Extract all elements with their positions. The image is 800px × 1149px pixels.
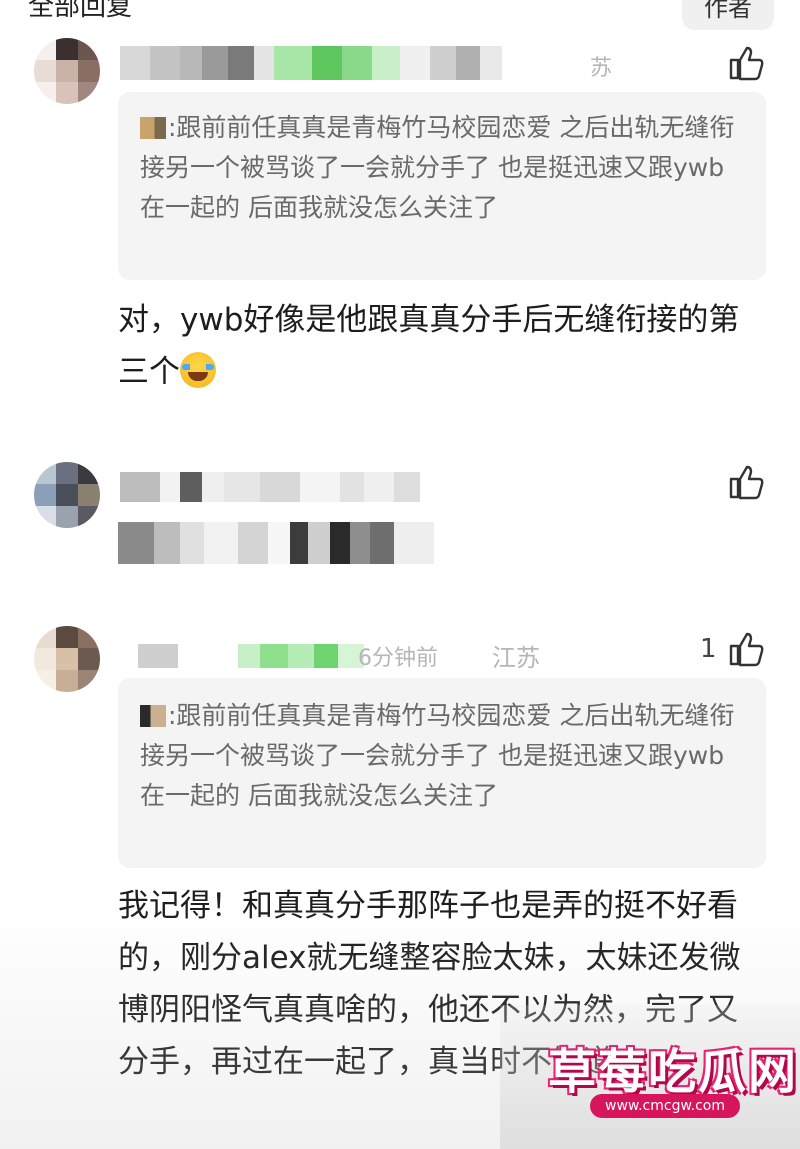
reply-text-blurred <box>118 522 434 564</box>
username-blurred[interactable] <box>120 46 502 80</box>
replies-header-title: 全部回复 <box>28 0 133 22</box>
quoted-comment-text-wrap: :跟前前任真真是青梅竹马校园恋爱 之后出轨无缝衔接另一个被骂谈了一会就分手了 也… <box>140 696 740 816</box>
quoted-comment-text: :跟前前任真真是青梅竹马校园恋爱 之后出轨无缝衔接另一个被骂谈了一会就分手了 也… <box>140 701 735 810</box>
quoted-comment-text: :跟前前任真真是青梅竹马校园恋爱 之后出轨无缝衔接另一个被骂谈了一会就分手了 也… <box>140 113 735 222</box>
quoted-comment[interactable]: :跟前前任真真是青梅竹马校园恋爱 之后出轨无缝衔接另一个被骂谈了一会就分手了 也… <box>118 678 766 868</box>
comment-location: 江苏 <box>492 644 540 672</box>
quoted-avatar <box>140 705 166 727</box>
thumbs-up-icon[interactable] <box>726 462 766 502</box>
thumbs-up-icon[interactable] <box>726 43 766 83</box>
thumbs-up-icon[interactable] <box>726 629 766 669</box>
like-count: 1 <box>700 634 717 664</box>
watermark-url: www.cmcgw.com <box>590 1094 740 1118</box>
quoted-comment-text-wrap: :跟前前任真真是青梅竹马校园恋爱 之后出轨无缝衔接另一个被骂谈了一会就分手了 也… <box>140 108 740 228</box>
comment-time: 6分钟前 <box>358 646 438 671</box>
reply-text-wrap: 对，ywb好像是他跟真真分手后无缝衔接的第三个 <box>118 294 768 398</box>
avatar[interactable] <box>34 462 100 528</box>
username-blurred[interactable] <box>120 472 420 502</box>
laughing-tears-emoji-icon <box>180 352 216 388</box>
watermark-logo: 草莓吃瓜网 <box>548 1044 799 1100</box>
comment-location: 苏 <box>590 56 613 81</box>
quoted-comment[interactable]: :跟前前任真真是青梅竹马校园恋爱 之后出轨无缝衔接另一个被骂谈了一会就分手了 也… <box>118 92 766 280</box>
avatar[interactable] <box>34 38 100 104</box>
author-filter-button[interactable]: 作者 <box>682 0 774 30</box>
avatar[interactable] <box>34 626 100 692</box>
username-blurred[interactable] <box>138 644 364 668</box>
quoted-avatar <box>140 117 166 139</box>
